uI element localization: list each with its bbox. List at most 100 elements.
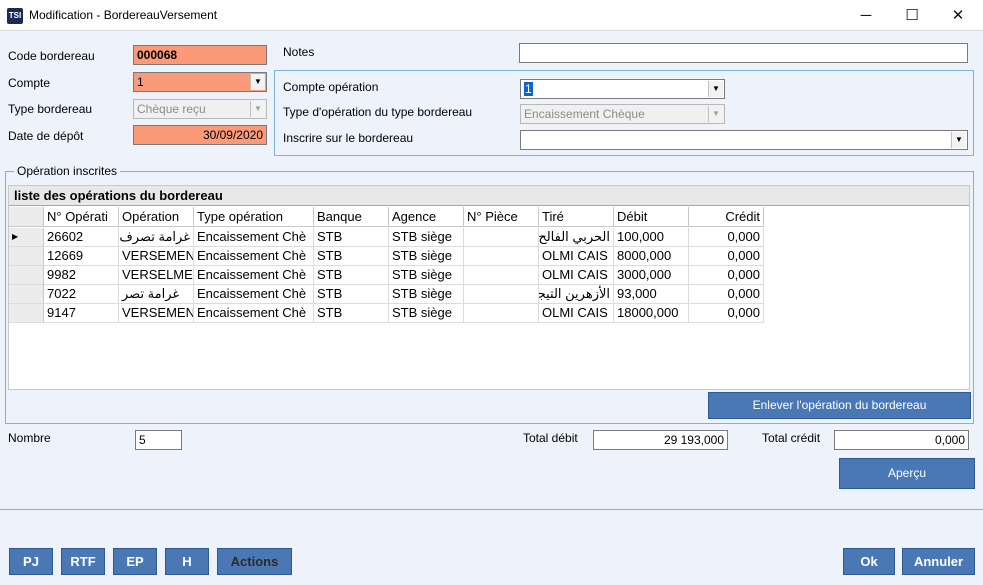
ep-button[interactable]: EP <box>113 548 157 575</box>
table-cell-tire: OLMI CAIS <box>539 247 614 266</box>
table-cell-tire: OLMI CAIS <box>539 304 614 323</box>
operations-group-title: Opération inscrites <box>14 164 121 178</box>
table-cell-credit: 0,000 <box>689 266 764 285</box>
title-bar: TSI Modification - BordereauVersement ─ … <box>0 0 983 31</box>
chevron-down-icon[interactable]: ▼ <box>708 81 723 97</box>
row-selector[interactable] <box>9 247 44 266</box>
table-cell-piece <box>464 247 539 266</box>
inscrire-label: Inscrire sur le bordereau <box>283 131 414 145</box>
compte-label: Compte <box>8 76 51 90</box>
date-depot-field[interactable]: 30/09/2020 <box>133 125 267 145</box>
table-cell-banque: STB <box>314 247 389 266</box>
table-cell-num: 9147 <box>44 304 119 323</box>
compte-select[interactable]: 1 ▼ <box>133 72 267 92</box>
table-cell-tire: الأزهرين التيجا <box>539 285 614 304</box>
close-button[interactable]: ✕ <box>935 0 981 31</box>
compte-operation-value: 1 <box>524 82 533 96</box>
table-cell-agence: STB siège <box>389 304 464 323</box>
table-cell-operation: VERSEMEN <box>119 304 194 323</box>
type-operation-value: Encaissement Chèque <box>524 107 645 121</box>
table-cell-type: Encaissement Chè <box>194 228 314 247</box>
table-cell-agence: STB siège <box>389 266 464 285</box>
table-cell-debit: 93,000 <box>614 285 689 304</box>
chevron-down-icon[interactable]: ▼ <box>951 132 966 148</box>
table-row[interactable]: 7022 غرامة تصر Encaissement Chè STB STB sièg… <box>9 285 764 304</box>
table-cell-num: 9982 <box>44 266 119 285</box>
table-cell-piece <box>464 228 539 247</box>
table-cell-agence: STB siège <box>389 247 464 266</box>
column-header[interactable]: N° Pièce <box>464 207 539 227</box>
nombre-field: 5 <box>135 430 182 450</box>
total-debit-label: Total débit <box>523 431 578 445</box>
compte-operation-select[interactable]: 1 ▼ <box>520 79 725 99</box>
table-cell-banque: STB <box>314 228 389 247</box>
table-cell-piece <box>464 285 539 304</box>
table-cell-credit: 0,000 <box>689 247 764 266</box>
type-bordereau-label: Type bordereau <box>8 102 93 116</box>
row-selector[interactable] <box>9 304 44 323</box>
table-cell-operation: غرامة تصرف <box>119 228 194 247</box>
table-cell-type: Encaissement Chè <box>194 247 314 266</box>
chevron-down-icon[interactable]: ▼ <box>250 74 265 90</box>
ok-button[interactable]: Ok <box>843 548 895 575</box>
compte-value: 1 <box>137 75 144 89</box>
notes-label: Notes <box>283 45 315 59</box>
grid-caption: liste des opérations du bordereau <box>9 186 969 206</box>
table-cell-debit: 3000,000 <box>614 266 689 285</box>
inscrire-select[interactable]: ▼ <box>520 130 968 150</box>
type-operation-label: Type d'opération du type bordereau <box>283 105 473 119</box>
total-credit-field: 0,000 <box>834 430 969 450</box>
notes-field[interactable] <box>519 43 968 63</box>
column-header[interactable]: N° Opérati <box>44 207 119 227</box>
actions-button[interactable]: Actions <box>217 548 292 575</box>
rtf-button[interactable]: RTF <box>61 548 105 575</box>
table-cell-debit: 100,000 <box>614 228 689 247</box>
table-row[interactable]: 12669 VERSEMEN Encaissement Chè STB STB sièg… <box>9 247 764 266</box>
column-header[interactable]: Agence <box>389 207 464 227</box>
remove-operation-button[interactable]: Enlever l'opération du bordereau <box>708 392 971 419</box>
apercu-button[interactable]: Aperçu <box>839 458 975 489</box>
table-cell-banque: STB <box>314 304 389 323</box>
annuler-button[interactable]: Annuler <box>902 548 975 575</box>
table-row[interactable]: 9147 VERSEMEN Encaissement Chè STB STB siège… <box>9 304 764 323</box>
table-cell-debit: 18000,000 <box>614 304 689 323</box>
row-selector-header <box>9 207 44 227</box>
table-cell-type: Encaissement Chè <box>194 285 314 304</box>
table-cell-credit: 0,000 <box>689 228 764 247</box>
maximize-button[interactable]: ☐ <box>889 0 935 31</box>
table-cell-operation: VERSEMEN <box>119 247 194 266</box>
table-row[interactable]: 9982 VERSELME Encaissement Chè STB STB siège… <box>9 266 764 285</box>
table-cell-num: 26602 <box>44 228 119 247</box>
date-depot-label: Date de dépôt <box>8 129 84 143</box>
compte-operation-label: Compte opération <box>283 80 379 94</box>
pj-button[interactable]: PJ <box>9 548 53 575</box>
table-cell-banque: STB <box>314 285 389 304</box>
column-header[interactable]: Crédit <box>689 207 764 227</box>
row-selector[interactable] <box>9 266 44 285</box>
code-bordereau-field[interactable]: 000068 <box>133 45 267 65</box>
minimize-button[interactable]: ─ <box>843 0 889 31</box>
operations-grid: liste des opérations du bordereau N° Opé… <box>8 185 970 390</box>
table-cell-credit: 0,000 <box>689 285 764 304</box>
table-row[interactable]: ▶ 26602 غرامة تصرف Encaissement Chè STB STB s… <box>9 228 764 247</box>
table-cell-num: 7022 <box>44 285 119 304</box>
chevron-down-icon: ▼ <box>708 106 723 122</box>
dialog-client-area: Code bordereau 000068 Compte 1 ▼ Type bo… <box>0 31 983 585</box>
code-bordereau-label: Code bordereau <box>8 49 95 63</box>
column-header[interactable]: Type opération <box>194 207 314 227</box>
type-operation-select: Encaissement Chèque ▼ <box>520 104 725 124</box>
column-header[interactable]: Débit <box>614 207 689 227</box>
column-header[interactable]: Tiré <box>539 207 614 227</box>
nombre-label: Nombre <box>8 431 51 445</box>
column-header[interactable]: Opération <box>119 207 194 227</box>
table-cell-debit: 8000,000 <box>614 247 689 266</box>
chevron-down-icon: ▼ <box>250 101 265 117</box>
table-cell-piece <box>464 304 539 323</box>
window-title: Modification - BordereauVersement <box>29 8 218 22</box>
h-button[interactable]: H <box>165 548 209 575</box>
grid-header: N° Opérati Opération Type opération Banq… <box>9 207 764 227</box>
column-header[interactable]: Banque <box>314 207 389 227</box>
row-selector[interactable] <box>9 285 44 304</box>
row-selector[interactable]: ▶ <box>9 228 44 247</box>
table-cell-num: 12669 <box>44 247 119 266</box>
